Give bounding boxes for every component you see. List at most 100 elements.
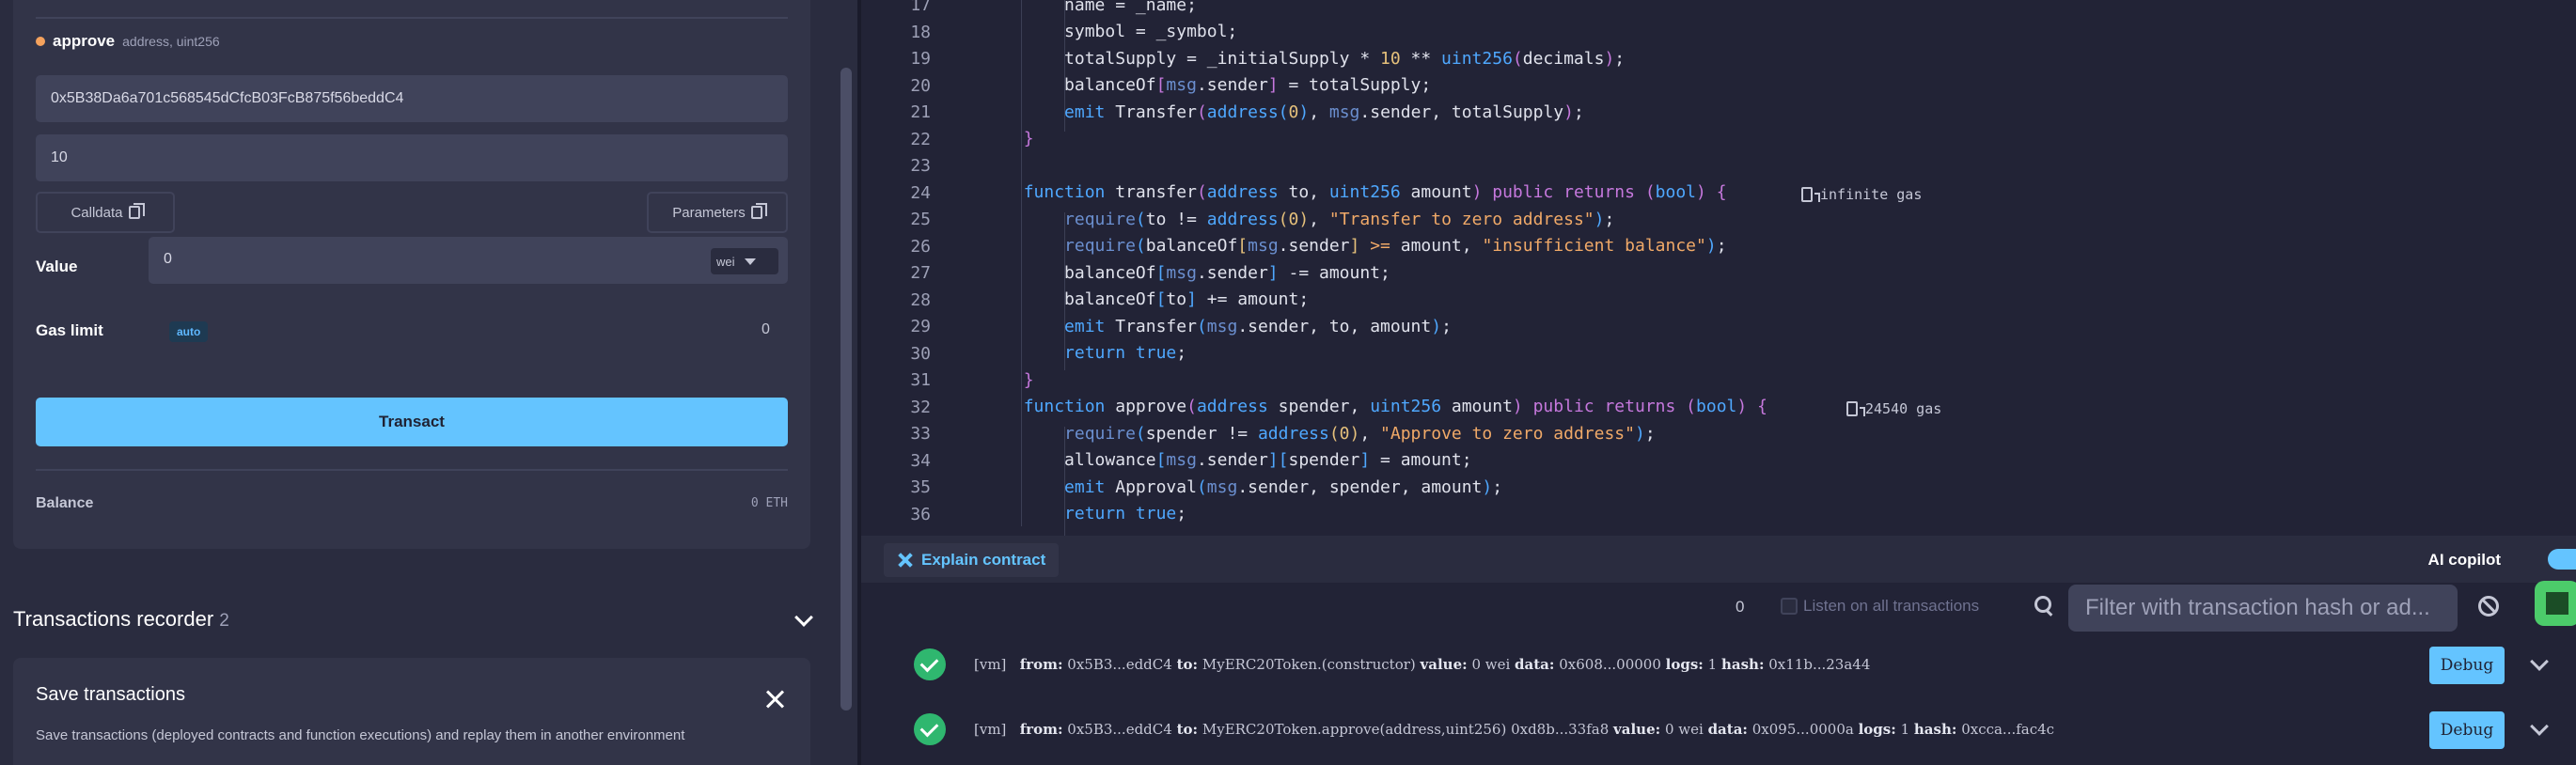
code-line-19: totalSupply = _initialSupply * 10 ** uin… [942,49,1626,69]
parameters-button[interactable]: Parameters [647,192,788,233]
balance-value: 0 ETH [750,496,788,510]
code-line-34: allowance[msg.sender][spender] = amount; [942,450,1472,470]
debugger-plugin-icon[interactable] [2535,581,2576,626]
line-number: 30 [910,343,931,364]
terminal-panel: 0 Listen on all transactions Filter with… [861,581,2576,765]
code-line-25: require(to != address(0), "Transfer to z… [1064,210,1615,229]
code-line-36: return true; [1064,504,1187,523]
line-number: 35 [910,477,931,497]
listen-all-checkbox[interactable] [1781,598,1798,615]
tx-log-text: [vm] from: 0x5B3...eddC4 to: MyERC20Toke… [974,721,2055,738]
value-input[interactable]: 0 [164,251,172,268]
line-number: 23 [910,156,931,176]
gas-auto-badge[interactable]: auto [169,321,209,342]
tx-log-text: [vm] from: 0x5B3...eddC4 to: MyERC20Toke… [974,656,1871,673]
left-panel-scrollbar[interactable] [835,0,857,765]
editor-footer: Explain contract AI copilot [861,536,2576,583]
success-check-icon [914,713,946,745]
gas-estimate-approve: 24540 gas [1846,400,1941,417]
debug-button[interactable]: Debug [2429,647,2505,684]
gas-limit-value[interactable]: 0 [762,321,770,338]
chevron-down-icon [744,258,756,265]
ai-copilot-label: AI copilot [2427,551,2501,569]
calldata-label: Calldata [71,204,123,221]
deploy-run-panel: approve address, uint256 0x5B38Da6a701c5… [0,0,835,765]
scrollbar-thumb[interactable] [840,68,852,710]
gas-estimate-transfer: infinite gas [1801,186,1922,203]
gas-limit-label: Gas limit [36,321,103,339]
code-editor[interactable]: 17 18 19 20 21 22 23 24 25 26 27 28 29 30 31 32 33 34 35 36… [861,0,2576,536]
save-transactions-card: Save transactions Save transactions (dep… [13,658,810,765]
explain-contract-button[interactable]: Explain contract [884,543,1060,577]
line-number: 20 [910,75,931,96]
transactions-recorder-title[interactable]: Transactions recorder 2 [13,607,229,632]
gas-estimate-approve-text: 24540 gas [1865,400,1942,417]
function-title[interactable]: approve address, uint256 [36,32,220,51]
code-line-24: function transfer(address to, uint256 am… [1023,182,1727,202]
unit-selected: wei [716,254,735,269]
tx-filter-input[interactable]: Filter with transaction hash or ad... [2068,585,2458,632]
value-field[interactable]: 0 wei [149,237,788,284]
parameters-label: Parameters [672,204,746,221]
function-params: address, uint256 [122,34,220,49]
search-icon [2034,596,2055,617]
code-line-30: return true; [1064,343,1187,363]
line-number: 29 [910,317,931,336]
line-number: 19 [910,49,931,69]
copy-icon [128,203,145,219]
calldata-button[interactable]: Calldata [36,192,175,233]
tx-log-row[interactable]: [vm] from: 0x5B3...eddC4 to: MyERC20Toke… [861,706,2576,757]
line-number: 24 [910,182,931,203]
line-number: 31 [910,370,931,390]
line-number: 34 [910,450,931,471]
code-line-27: balanceOf[msg.sender] -= amount; [942,263,1390,283]
save-transactions-desc: Save transactions (deployed contracts an… [36,727,685,743]
chevron-down-icon[interactable] [794,608,813,627]
code-line-21: emit Transfer(address(0), msg.sender, to… [1064,102,1584,122]
gas-pump-icon [1846,401,1865,416]
save-transactions-title: Save transactions [36,684,185,705]
line-number: 28 [910,289,931,310]
gas-estimate-transfer-text: infinite gas [1820,186,1923,203]
code-line-35: emit Approval(msg.sender, spender, amoun… [1064,477,1503,497]
clear-console-icon[interactable] [2478,596,2499,617]
function-card-approve: approve address, uint256 0x5B38Da6a701c5… [13,0,810,549]
sparkle-icon [897,553,912,568]
chevron-down-icon[interactable] [2530,652,2549,671]
code-line-26: require(balanceOf[msg.sender] >= amount,… [1064,236,1727,256]
line-number: 36 [910,504,931,524]
value-label: Value [36,258,78,275]
debug-button[interactable]: Debug [2429,711,2505,749]
close-icon[interactable] [765,690,784,709]
code-line-17: name = _name; [942,0,1197,15]
approve-amount-input[interactable]: 10 [36,134,788,181]
line-number: 27 [910,263,931,283]
approve-address-input[interactable]: 0x5B38Da6a701c568545dCfcB03FcB875f56bedd… [36,75,788,122]
chevron-down-icon[interactable] [2530,717,2549,736]
line-number: 25 [910,210,931,229]
line-number: 33 [910,424,931,444]
code-line-18: symbol = _symbol; [942,22,1238,41]
unit-select[interactable]: wei [711,248,778,274]
line-number: 26 [910,236,931,257]
ai-copilot-toggle[interactable] [2548,549,2576,570]
success-check-icon [914,648,946,680]
divider [36,469,788,471]
function-state-dot-icon [36,37,45,46]
code-line-32: function approve(address spender, uint25… [1023,397,1767,416]
explain-contract-label: Explain contract [921,551,1046,569]
code-line-31: } [1023,370,1034,390]
tx-log-row[interactable]: [vm] from: 0x5B3...eddC4 to: MyERC20Toke… [861,641,2576,692]
code-line-20: balanceOf[msg.sender] = totalSupply; [942,75,1432,95]
line-number: 32 [910,397,931,417]
copy-icon [750,203,767,219]
code-line-28: balanceOf[to] += amount; [942,289,1310,309]
recorder-count: 2 [219,611,229,631]
pending-tx-count: 0 [1736,598,1745,616]
code-line-22: } [1023,129,1034,148]
code-line-29: emit Transfer(msg.sender, to, amount); [1064,317,1452,336]
line-number: 22 [910,129,931,149]
divider [36,17,788,19]
function-name: approve [53,32,116,50]
transact-button[interactable]: Transact [36,398,788,446]
